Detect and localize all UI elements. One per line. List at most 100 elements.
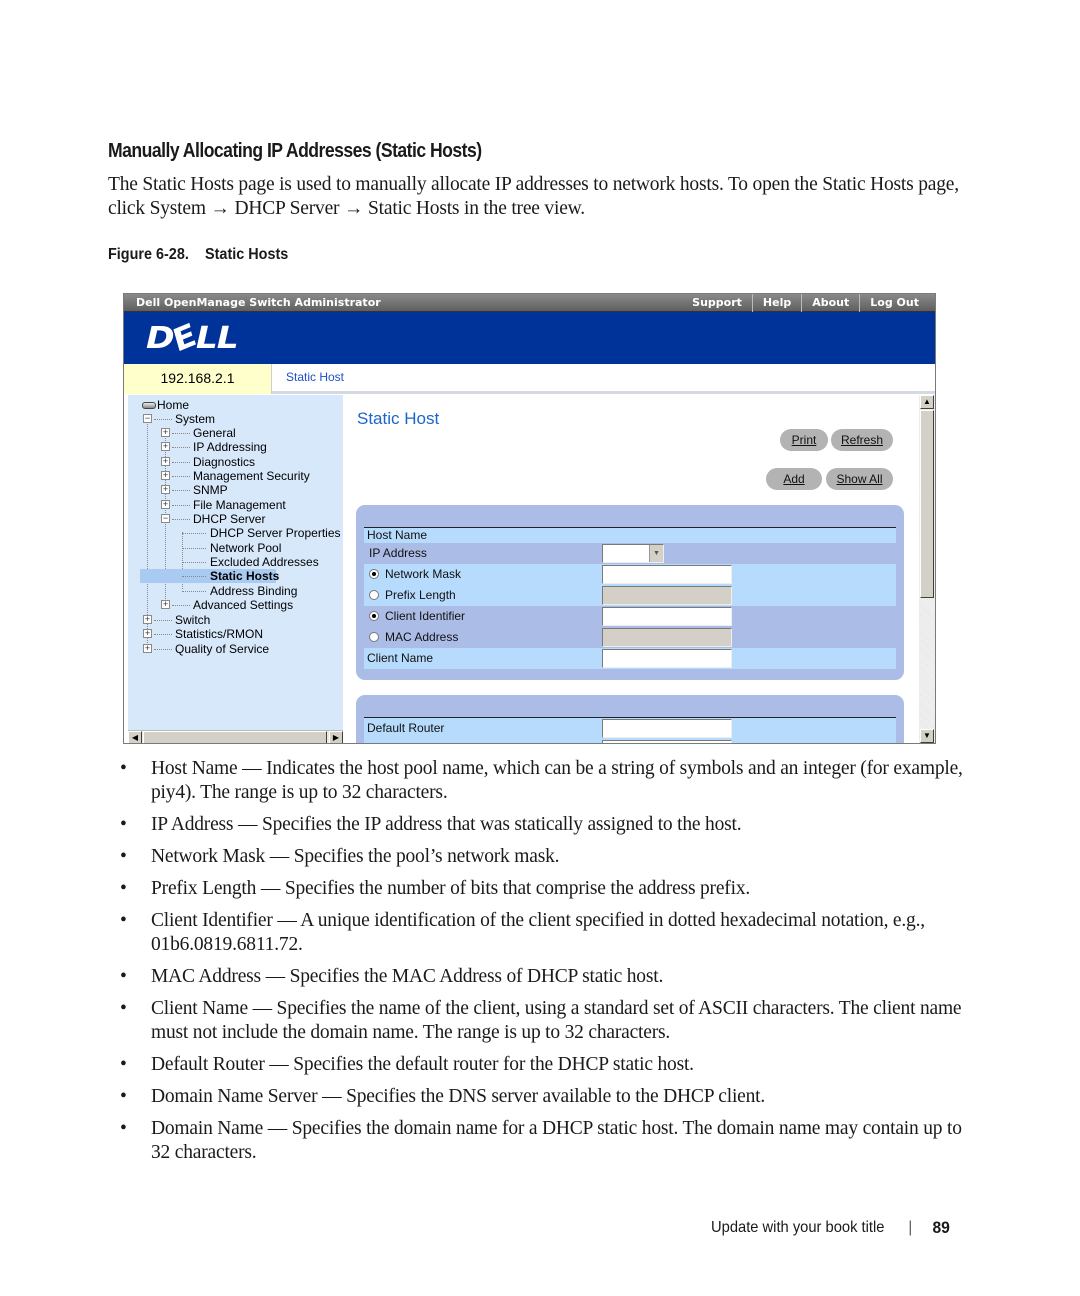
dns-input[interactable] [602,740,732,743]
tree-item-switch[interactable]: + Switch [143,613,210,627]
refresh-button[interactable]: Refresh [831,429,893,451]
tree-item-static-hosts[interactable]: Static Hosts [140,569,280,583]
expand-icon[interactable]: + [161,428,170,437]
term: Prefix Length [151,878,257,899]
tree-item-address-binding[interactable]: Address Binding [178,584,297,598]
tree-item-diagnostics[interactable]: + Diagnostics [161,455,255,469]
scroll-down-icon[interactable]: ▼ [920,729,934,743]
app-title: Dell OpenManage Switch Administrator [136,296,381,309]
tree-item-snmp[interactable]: + SNMP [161,483,228,497]
expand-icon[interactable]: + [143,629,152,638]
tree-view: Home − System + General + IP Addressing + Di… [128,395,343,731]
expand-icon[interactable]: + [161,500,170,509]
tree-label: Statistics/RMON [175,627,264,641]
expand-icon[interactable]: + [143,644,152,653]
tree-item-statistics-rmon[interactable]: + Statistics/RMON [143,627,263,641]
options-panel: Default Router [356,695,904,743]
tree-label: SNMP [193,483,228,497]
client-identifier-radio[interactable] [369,610,379,621]
tree-label: Network Pool [210,541,282,555]
expand-icon[interactable]: + [161,457,170,466]
tree-item-management-security[interactable]: + Management Security [161,469,310,483]
tree-connector [172,505,190,506]
mac-address-input[interactable] [602,628,732,647]
expand-icon[interactable]: + [161,471,170,480]
tree-item-excluded-addresses[interactable]: Excluded Addresses [178,555,319,569]
tree-connector [182,591,206,592]
scroll-right-icon[interactable]: ▶ [329,731,343,743]
switch-admin-screenshot: Dell OpenManage Switch Administrator Sup… [123,293,936,744]
about-link[interactable]: About [801,294,859,312]
client-identifier-input[interactable] [602,607,732,626]
dell-logo: DELL [146,319,239,359]
client-name-input[interactable] [602,649,732,668]
tree-label: Excluded Addresses [210,555,319,569]
scroll-left-icon[interactable]: ◀ [128,731,142,743]
tree-label: Static Hosts [210,569,280,583]
collapse-icon[interactable]: − [161,514,170,523]
term: MAC Address [151,966,261,987]
print-button[interactable]: Print [780,429,828,451]
description: — Specifies the DNS server available to … [317,1086,766,1107]
default-router-input[interactable] [602,719,732,738]
tree-label: File Management [193,498,286,512]
tree-label: Switch [175,613,211,627]
help-link[interactable]: Help [751,294,801,312]
mac-address-option[interactable]: MAC Address [369,627,458,648]
bullet-icon: • [120,998,127,1019]
description: — Specifies the name of the client, usin… [151,998,962,1043]
expand-icon[interactable]: + [161,485,170,494]
prefix-length-label: Prefix Length [385,588,456,602]
tree-item-dhcp-server[interactable]: − DHCP Server [161,512,265,526]
add-button[interactable]: Add [766,468,822,490]
tree-item-network-pool[interactable]: Network Pool [178,541,281,555]
host-form-panel: Host Name IP Address ▼ Network Mask Pref… [356,505,904,680]
banner: DELL [124,312,935,364]
tree-item-system[interactable]: − System [143,412,215,426]
tree-item-ip-addressing[interactable]: + IP Addressing [161,440,267,454]
expand-icon[interactable]: + [161,600,170,609]
tree-label: Quality of Service [175,642,270,656]
next-field-row [364,739,896,743]
scroll-thumb[interactable] [143,731,327,743]
tree-item-advanced-settings[interactable]: + Advanced Settings [161,598,293,612]
scroll-thumb[interactable] [920,410,934,598]
scroll-up-icon[interactable]: ▲ [920,395,934,409]
tree-connector [154,634,172,635]
client-identifier-option[interactable]: Client Identifier [369,606,465,627]
page-heading: Static Host [357,409,440,428]
mac-address-radio[interactable] [369,631,379,642]
ip-address-select[interactable]: ▼ [602,544,664,563]
ip-address-label: IP Address [369,546,427,560]
tree-item-dhcp-server-properties[interactable]: DHCP Server Properties [178,526,341,540]
expand-icon[interactable]: + [143,615,152,624]
tree-label: Diagnostics [193,455,256,469]
tree-item-home[interactable]: Home [142,398,189,412]
dropdown-arrow-icon[interactable]: ▼ [649,545,663,562]
intro-emphasis: Static Hosts [368,198,460,219]
network-mask-option[interactable]: Network Mask [369,564,461,585]
tree-horizontal-scrollbar[interactable]: ◀ ▶ [128,730,343,743]
logo-letter: LL [195,321,239,356]
show-all-button[interactable]: Show All [826,468,893,490]
client-name-row: Client Name [364,648,896,669]
tree-connector [154,419,172,420]
content-vertical-scrollbar[interactable]: ▲ ▼ [919,395,935,743]
expand-icon[interactable]: + [161,442,170,451]
tree-item-quality-of-service[interactable]: + Quality of Service [143,642,269,656]
tree-connector [182,548,206,549]
prefix-length-input[interactable] [602,586,732,605]
logout-link[interactable]: Log Out [859,294,929,312]
prefix-length-option[interactable]: Prefix Length [369,585,456,606]
section-title: Manually Allocating IP Addresses (Static… [108,140,482,162]
prefix-length-radio[interactable] [369,589,379,600]
network-mask-input[interactable] [602,565,732,584]
tree-label: General [193,426,236,440]
support-link[interactable]: Support [682,294,752,312]
tree-item-file-management[interactable]: + File Management [161,498,286,512]
collapse-icon[interactable]: − [143,414,152,423]
tree-item-general[interactable]: + General [161,426,236,440]
description: — Specifies the number of bits that comp… [256,878,751,899]
term: Client Identifier [151,910,273,931]
network-mask-radio[interactable] [369,568,379,579]
